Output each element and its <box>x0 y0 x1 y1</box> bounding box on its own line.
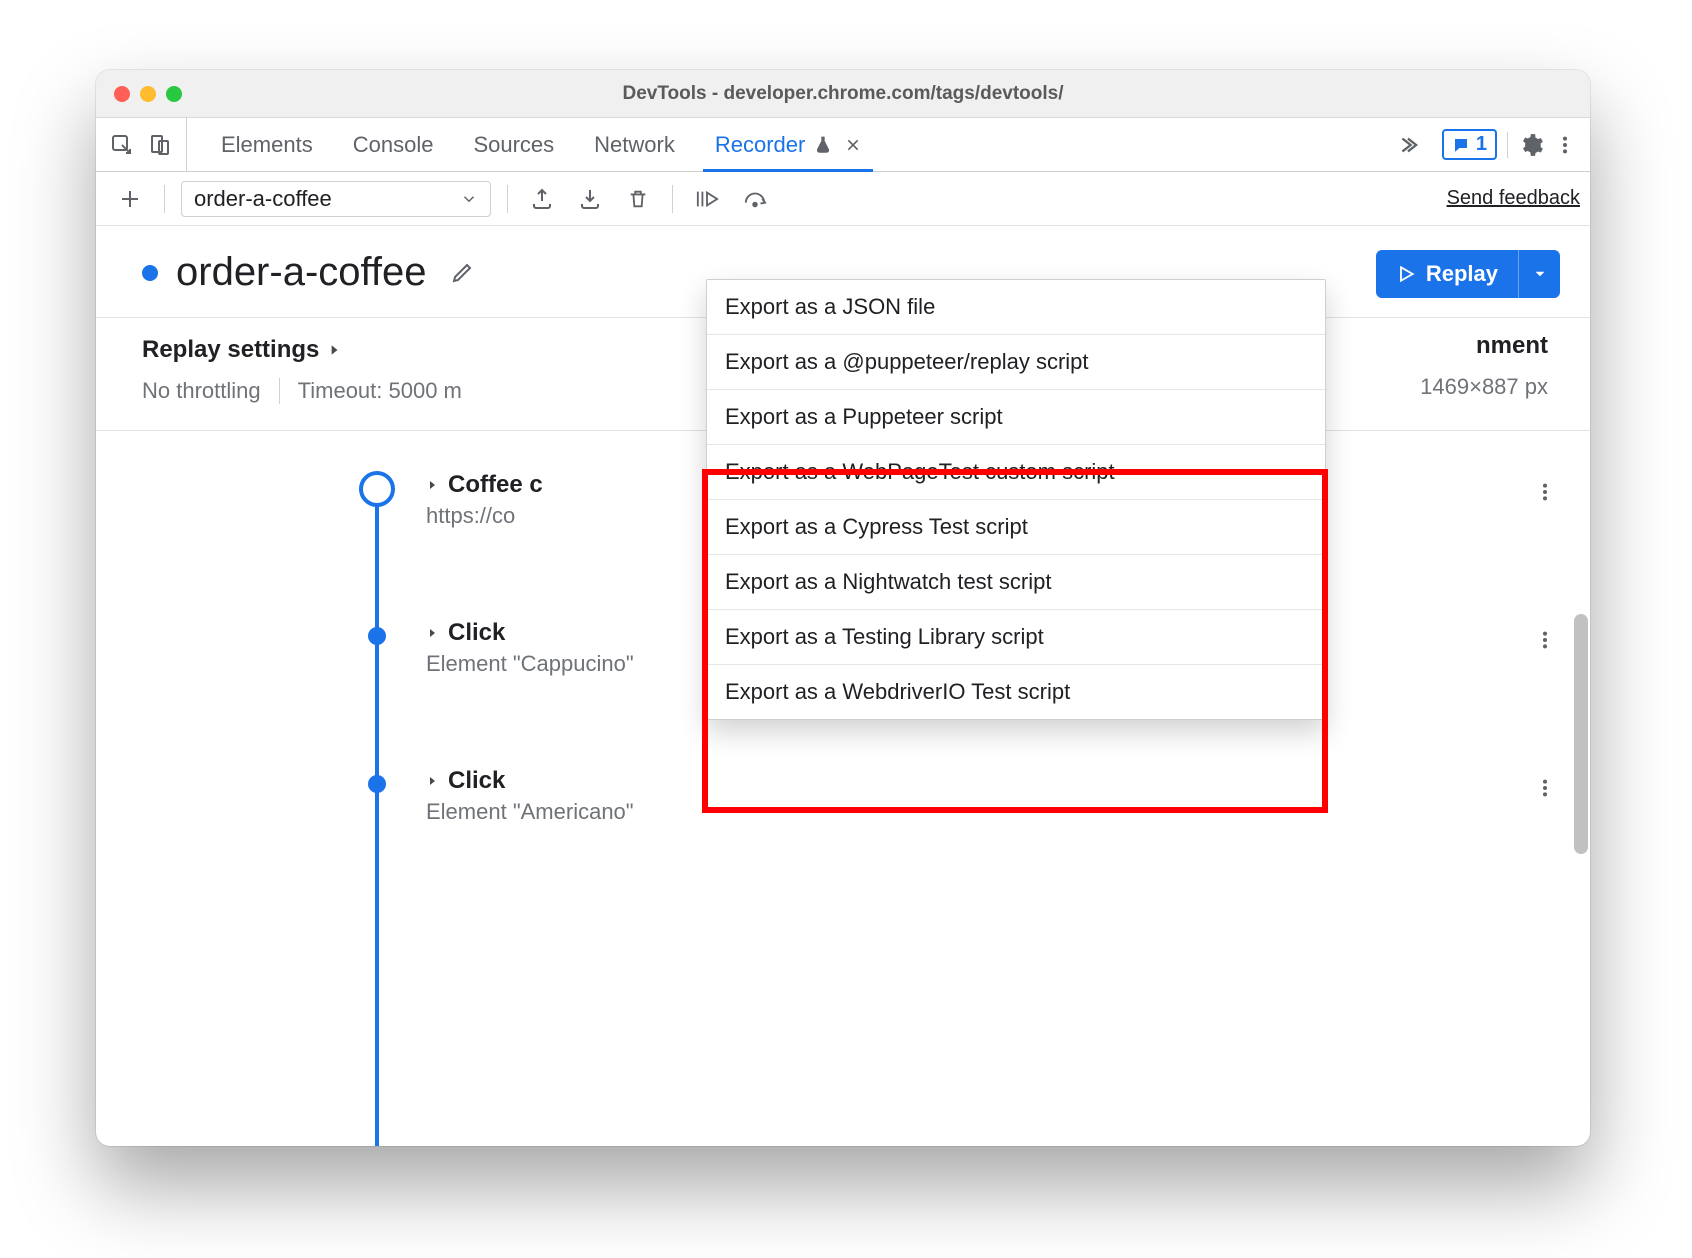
new-recording-button[interactable] <box>112 181 148 217</box>
window-zoom-button[interactable] <box>166 86 182 102</box>
step-subtitle: Element "Americano" <box>426 799 1560 825</box>
export-menu: Export as a JSON file Export as a @puppe… <box>706 279 1326 720</box>
devtools-window: DevTools - developer.chrome.com/tags/dev… <box>96 70 1590 1146</box>
viewport-size: 1469×887 px <box>1420 374 1548 400</box>
issues-badge[interactable]: 1 <box>1442 129 1497 160</box>
recording-title: order-a-coffee <box>176 250 427 295</box>
scrollbar-thumb[interactable] <box>1574 614 1588 854</box>
caret-right-icon <box>327 343 341 357</box>
devtools-tabbar: Elements Console Sources Network Recorde… <box>96 118 1590 172</box>
device-toggle-icon[interactable] <box>148 133 172 157</box>
send-feedback-link[interactable]: Send feedback <box>1447 187 1580 210</box>
kebab-menu-icon[interactable] <box>1554 134 1576 156</box>
timeline-dot-icon <box>368 775 386 793</box>
caret-right-icon <box>426 775 438 787</box>
export-menu-item[interactable]: Export as a JSON file <box>707 280 1325 335</box>
window-close-button[interactable] <box>114 86 130 102</box>
export-menu-item[interactable]: Export as a WebPageTest custom script <box>707 445 1325 500</box>
timeout-value: Timeout: 5000 m <box>298 378 462 404</box>
close-tab-icon[interactable] <box>845 137 861 153</box>
export-button[interactable] <box>524 181 560 217</box>
throttling-value: No throttling <box>142 378 261 404</box>
window-titlebar: DevTools - developer.chrome.com/tags/dev… <box>96 70 1590 118</box>
edit-title-button[interactable] <box>445 256 479 290</box>
timeline-dot-icon <box>368 627 386 645</box>
export-menu-item[interactable]: Export as a Puppeteer script <box>707 390 1325 445</box>
timeline-dot-icon <box>359 471 395 507</box>
settings-icon[interactable] <box>1518 132 1544 158</box>
replay-options-button[interactable] <box>1518 250 1560 298</box>
caret-right-icon <box>426 627 438 639</box>
delete-button[interactable] <box>620 181 656 217</box>
status-dot-icon <box>142 265 158 281</box>
environment-heading: nment <box>1476 332 1548 360</box>
continue-button[interactable] <box>689 181 725 217</box>
more-tabs-icon[interactable] <box>1386 118 1428 171</box>
import-button[interactable] <box>572 181 608 217</box>
tab-elements[interactable]: Elements <box>201 118 333 171</box>
window-minimize-button[interactable] <box>140 86 156 102</box>
flask-icon <box>813 135 833 155</box>
step-menu-button[interactable] <box>1530 773 1560 803</box>
export-menu-item[interactable]: Export as a Nightwatch test script <box>707 555 1325 610</box>
tab-network[interactable]: Network <box>574 118 695 171</box>
recording-select[interactable]: order-a-coffee <box>181 181 491 217</box>
inspect-icon[interactable] <box>110 133 134 157</box>
recorder-toolbar: order-a-coffee Send feedback <box>96 172 1590 226</box>
export-menu-item[interactable]: Export as a WebdriverIO Test script <box>707 665 1325 719</box>
step-menu-button[interactable] <box>1530 625 1560 655</box>
step-item[interactable]: Click Element "Americano" <box>356 767 1560 825</box>
step-menu-button[interactable] <box>1530 477 1560 507</box>
step-over-button[interactable] <box>737 181 773 217</box>
export-menu-item[interactable]: Export as a @puppeteer/replay script <box>707 335 1325 390</box>
tab-console[interactable]: Console <box>333 118 454 171</box>
export-menu-item[interactable]: Export as a Testing Library script <box>707 610 1325 665</box>
export-menu-item[interactable]: Export as a Cypress Test script <box>707 500 1325 555</box>
tab-recorder[interactable]: Recorder <box>695 118 881 171</box>
window-title: DevTools - developer.chrome.com/tags/dev… <box>96 83 1590 105</box>
caret-right-icon <box>426 479 438 491</box>
step-title: Click <box>448 619 505 647</box>
tab-sources[interactable]: Sources <box>453 118 574 171</box>
step-title: Coffee c <box>448 471 543 499</box>
step-title: Click <box>448 767 505 795</box>
replay-button[interactable]: Replay <box>1376 250 1518 298</box>
